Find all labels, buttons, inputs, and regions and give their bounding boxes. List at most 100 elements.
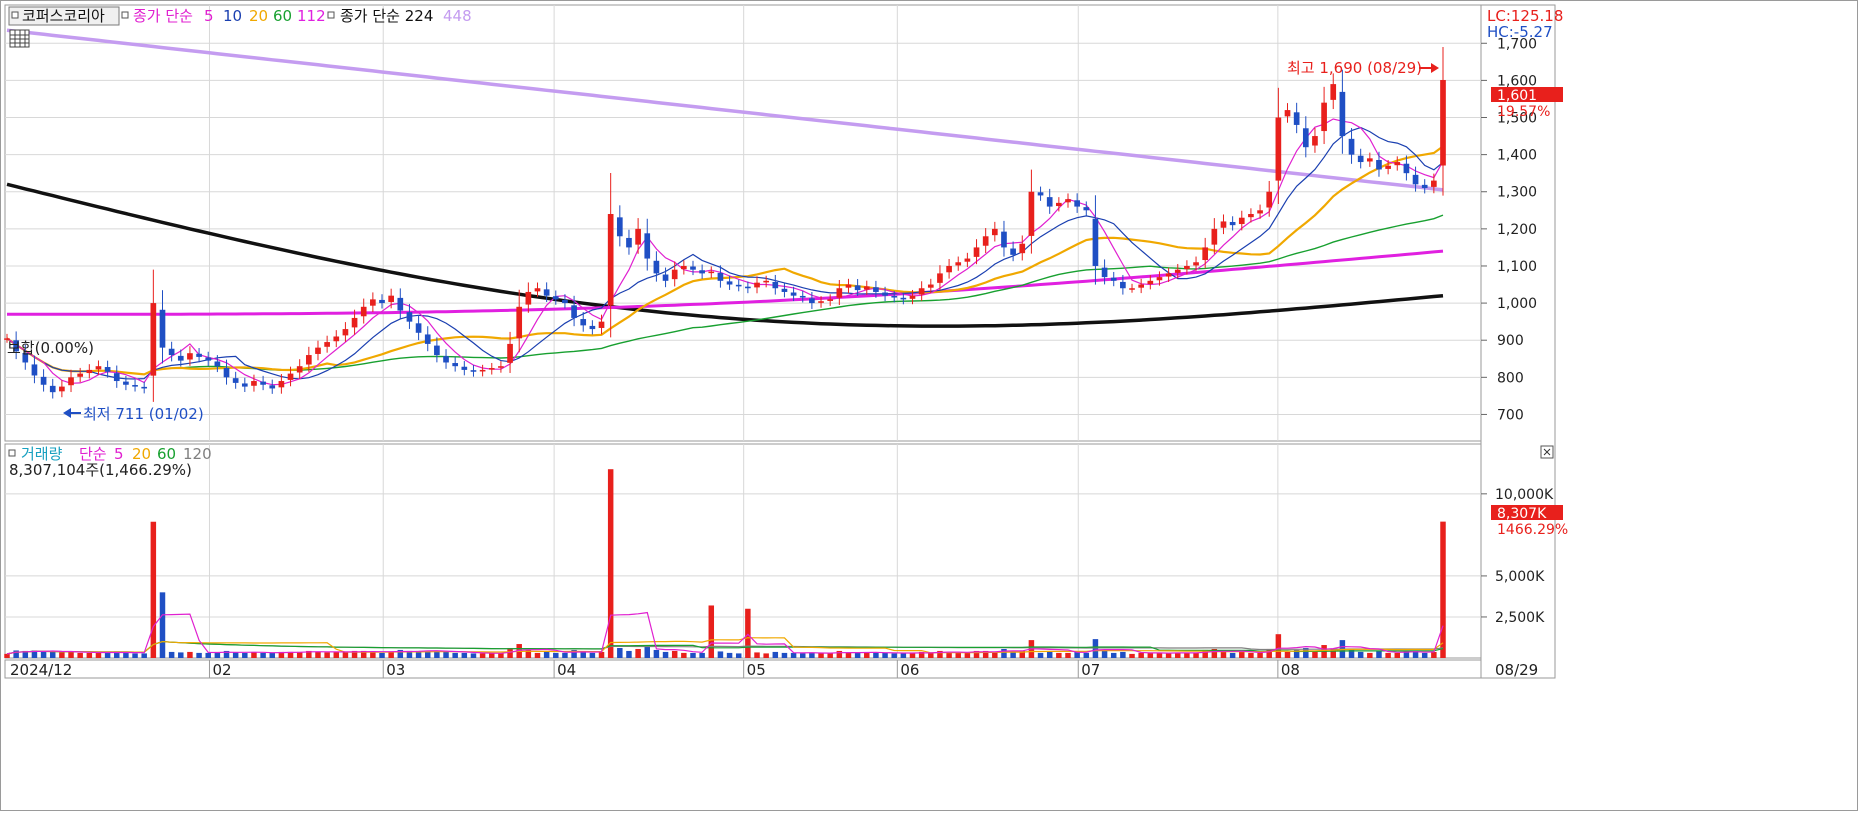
volume-bar	[324, 652, 330, 658]
candle-body	[937, 273, 943, 283]
price-tick-label: 1,400	[1497, 148, 1537, 164]
candle-body	[1330, 84, 1337, 100]
candle-body	[1431, 180, 1437, 187]
price-tick-label: 1,100	[1497, 259, 1537, 275]
x-tick-label: 05	[747, 661, 766, 679]
volume-panel	[4, 443, 1482, 659]
candle-body	[187, 353, 193, 360]
candle-body	[799, 295, 806, 298]
symbol-icon	[11, 11, 19, 19]
candle-body	[324, 342, 330, 347]
candle-body	[699, 270, 705, 274]
candle-body	[342, 329, 349, 336]
candle-body	[653, 260, 660, 274]
change-label: 보합(0.00%)	[7, 339, 94, 357]
volume-bar	[772, 651, 779, 658]
candle-body	[1010, 248, 1016, 255]
volume-bar	[891, 653, 897, 658]
candle-body	[488, 368, 495, 370]
candle-body	[863, 286, 870, 290]
candle-body	[681, 265, 687, 270]
volume-bar	[681, 652, 687, 658]
candle-body	[1440, 80, 1446, 166]
ma-legend-60: 60	[273, 7, 292, 25]
candle-body	[287, 373, 294, 380]
volume-bar	[86, 652, 93, 658]
volume-bar	[873, 652, 879, 658]
candle-body	[214, 361, 221, 367]
volume-bar	[827, 653, 833, 658]
volume-bar	[754, 652, 760, 658]
candle-body	[562, 299, 568, 304]
candle-body	[77, 373, 84, 377]
candle-body	[150, 303, 157, 376]
volume-bar	[781, 652, 788, 658]
candle-body	[918, 288, 925, 295]
volume-bar	[95, 652, 102, 658]
table-view-icon[interactable]	[9, 29, 30, 48]
candle-body	[31, 364, 38, 376]
ma-legend-20: 20	[249, 7, 268, 25]
candle-body	[123, 381, 129, 385]
candle-body	[882, 292, 888, 296]
volume-bar	[635, 648, 641, 658]
candle-body	[580, 319, 587, 326]
candle-body	[370, 299, 376, 306]
candle-body	[827, 299, 834, 301]
chart-canvas: 7008009001,0001,1001,2001,3001,4001,5001…	[4, 4, 1568, 679]
ma448-legend: 448	[443, 7, 472, 25]
volume-bar	[964, 652, 971, 658]
candle-body	[552, 296, 559, 300]
volume-bar	[232, 652, 239, 658]
volume-bar	[1065, 652, 1071, 658]
candle-body	[397, 297, 404, 311]
candle-body	[991, 228, 998, 236]
candle-body	[662, 274, 669, 281]
volume-current-badge-pct: 1466.29%	[1497, 522, 1568, 538]
candle-body	[982, 236, 989, 246]
volume-bar	[589, 652, 596, 658]
x-tick-label: 06	[900, 661, 919, 679]
volume-bar	[260, 652, 266, 658]
candle-body	[1019, 243, 1026, 254]
volume-bar	[196, 652, 202, 658]
volume-bar	[1266, 648, 1272, 658]
volume-bar	[1239, 651, 1245, 658]
volume-bar	[1156, 652, 1163, 658]
candle-body	[1138, 284, 1145, 288]
volume-bar	[818, 653, 824, 658]
candle-body	[1028, 191, 1035, 236]
candle-body	[1074, 200, 1080, 207]
current-price-change: 19.57%	[1497, 104, 1550, 120]
candle-body	[278, 381, 285, 388]
price-tick-label: 700	[1497, 407, 1524, 423]
volume-bar	[379, 652, 385, 658]
volume-bar	[1220, 651, 1227, 658]
candle-body	[159, 309, 166, 348]
candle-body	[1357, 155, 1364, 163]
ma-legend-112: 112	[297, 7, 326, 25]
volume-bar	[1421, 652, 1428, 658]
volume-bar	[690, 652, 696, 658]
volume-bar	[626, 650, 632, 658]
candle-body	[854, 285, 861, 291]
candle-body	[1257, 210, 1263, 214]
candle-body	[1238, 217, 1245, 225]
candle-body	[168, 348, 175, 356]
candle-body	[1046, 197, 1053, 207]
volume-close-icon[interactable]	[1540, 445, 1554, 459]
candle-body	[1174, 269, 1181, 273]
volume-bar	[452, 652, 458, 658]
candle-body	[1083, 207, 1090, 211]
ma224-legend-icon	[327, 11, 335, 19]
x-tick-label: 02	[212, 661, 231, 679]
candle-body	[1101, 267, 1108, 278]
candle-body	[809, 298, 815, 304]
high-marker-label: 최고 1,690 (08/29)	[1287, 59, 1422, 77]
candle-body	[589, 325, 596, 330]
volume-bar	[763, 653, 769, 658]
price-tick-label: 1,200	[1497, 222, 1537, 238]
candle-body	[543, 289, 550, 296]
volume-bar	[1056, 652, 1062, 658]
price-tick-label: 1,000	[1497, 296, 1537, 312]
